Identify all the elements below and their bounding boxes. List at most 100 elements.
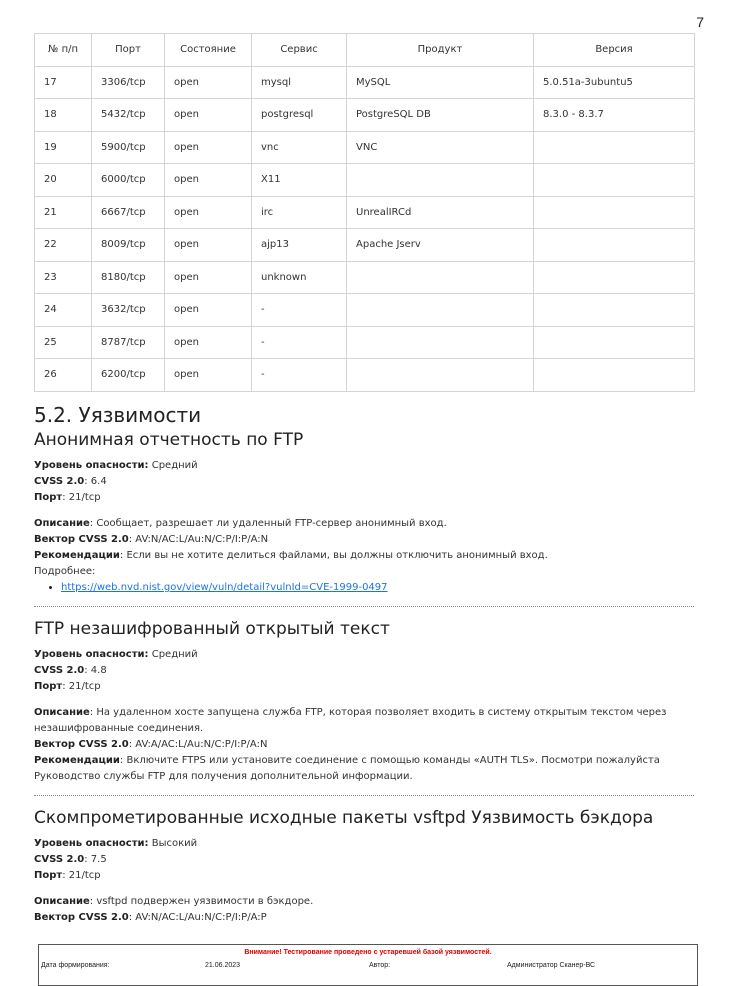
- table-cell: mysql: [251, 65, 347, 99]
- description-text: vsftpd подвержен уязвимости в бэкдоре.: [96, 896, 314, 907]
- table-row: 21 6667/tcp open irc UnrealIRCd: [34, 195, 695, 229]
- table-cell: 18: [34, 98, 92, 132]
- table-cell: 17: [34, 65, 92, 99]
- column-header: № п/п: [34, 33, 92, 67]
- port-value: 21/tcp: [68, 870, 101, 881]
- table-cell: [533, 358, 695, 392]
- severity-line: Уровень опасности: Высокий: [34, 836, 694, 852]
- table-cell: irc: [251, 195, 347, 229]
- table-cell: ajp13: [251, 228, 347, 262]
- table-cell: open: [164, 260, 252, 294]
- table-row: 25 8787/tcp open -: [34, 325, 695, 359]
- vulnerability-item: FTP незашифрованный открытый текст Урове…: [34, 617, 694, 785]
- vector-line: Вектор CVSS 2.0: AV:N/AC:L/Au:N/C:P/I:P/…: [34, 912, 267, 923]
- severity-value: Высокий: [151, 838, 198, 849]
- description-label: Описание: [34, 518, 90, 529]
- port-value: 21/tcp: [68, 492, 101, 503]
- severity-line: Уровень опасности: Средний: [34, 458, 694, 474]
- recommendations-text: Включите FTPS или установите соединение …: [34, 755, 660, 782]
- table-cell: open: [164, 325, 252, 359]
- recommendations-text: Если вы не хотите делиться файлами, вы д…: [126, 550, 548, 561]
- warning-banner: Внимание! Тестирование проведено с устар…: [244, 949, 492, 956]
- table-cell: 5.0.51a-3ubuntu5: [533, 65, 695, 99]
- table-cell: unknown: [251, 260, 347, 294]
- more-label: Подробнее:: [34, 566, 96, 577]
- table-cell: open: [164, 228, 252, 262]
- vector-value: AV:N/AC:L/Au:N/C:P/I:P/A:P: [135, 912, 267, 923]
- table-row: 26 6200/tcp open -: [34, 358, 695, 392]
- author-value: Администратор Сканер-ВС: [507, 962, 596, 969]
- table-row: 18 5432/tcp open postgresql PostgreSQL D…: [34, 98, 695, 132]
- footer-meta-row: Дата формирования: 21.06.2023 Автор: Адм…: [39, 962, 697, 974]
- ports-table: № п/п Порт Состояние Сервис Продукт Верс…: [34, 33, 695, 392]
- table-cell: PostgreSQL DB: [346, 98, 534, 132]
- recommendations-line: Рекомендации: Включите FTPS или установи…: [34, 755, 660, 782]
- divider: [34, 795, 694, 796]
- table-cell: 24: [34, 293, 92, 327]
- date-value: 21.06.2023: [205, 962, 241, 969]
- vector-label: Вектор CVSS 2.0: [34, 534, 129, 545]
- table-cell: -: [251, 293, 347, 327]
- port-label: Порт: [34, 492, 63, 503]
- vector-label: Вектор CVSS 2.0: [34, 912, 129, 923]
- table-cell: [533, 293, 695, 327]
- table-cell: [533, 195, 695, 229]
- table-cell: 6000/tcp: [91, 163, 165, 197]
- table-cell: 8787/tcp: [91, 325, 165, 359]
- table-cell: [346, 325, 534, 359]
- table-cell: open: [164, 65, 252, 99]
- severity-label: Уровень опасности:: [34, 460, 149, 471]
- recommendations-label: Рекомендации: [34, 550, 120, 561]
- author-label: Автор:: [369, 962, 391, 969]
- column-header: Версия: [533, 33, 695, 67]
- column-header: Порт: [91, 33, 165, 67]
- description-line: Описание: Сообщает, разрешает ли удаленн…: [34, 518, 447, 529]
- table-cell: open: [164, 163, 252, 197]
- table-cell: [533, 163, 695, 197]
- table-cell: [346, 293, 534, 327]
- table-cell: [533, 325, 695, 359]
- table-cell: 6667/tcp: [91, 195, 165, 229]
- description-text: Сообщает, разрешает ли удаленный FTP-сер…: [96, 518, 447, 529]
- table-row: 17 3306/tcp open mysql MySQL 5.0.51a-3ub…: [34, 65, 695, 99]
- cvss-value: 4.8: [90, 665, 107, 676]
- table-row: 22 8009/tcp open ajp13 Apache Jserv: [34, 228, 695, 262]
- cvss-label: CVSS 2.0: [34, 854, 85, 865]
- table-cell: open: [164, 358, 252, 392]
- table-cell: 20: [34, 163, 92, 197]
- cvss-line: CVSS 2.0: 4.8: [34, 665, 107, 676]
- page-footer: Внимание! Тестирование проведено с устар…: [38, 944, 698, 986]
- port-value: 21/tcp: [68, 681, 101, 692]
- table-cell: 23: [34, 260, 92, 294]
- list-item: https://web.nvd.nist.gov/view/vuln/detai…: [61, 580, 694, 596]
- description-line: Описание: На удаленном хосте запущена сл…: [34, 707, 667, 734]
- description-label: Описание: [34, 707, 90, 718]
- table-cell: 6200/tcp: [91, 358, 165, 392]
- port-line: Порт: 21/tcp: [34, 870, 101, 881]
- table-cell: 8.3.0 - 8.3.7: [533, 98, 695, 132]
- table-cell: 25: [34, 325, 92, 359]
- table-cell: 26: [34, 358, 92, 392]
- table-cell: UnrealIRCd: [346, 195, 534, 229]
- table-cell: 19: [34, 130, 92, 164]
- table-cell: 3306/tcp: [91, 65, 165, 99]
- column-header: Сервис: [251, 33, 347, 67]
- description-line: Описание: vsftpd подвержен уязвимости в …: [34, 896, 314, 907]
- vulnerability-title: Анонимная отчетность по FTP: [34, 430, 304, 450]
- table-cell: [346, 260, 534, 294]
- table-cell: 5432/tcp: [91, 98, 165, 132]
- cvss-value: 6.4: [90, 476, 107, 487]
- severity-label: Уровень опасности:: [34, 838, 149, 849]
- table-cell: [533, 228, 695, 262]
- severity-line: Уровень опасности: Средний: [34, 647, 694, 663]
- page-number: 7: [696, 14, 704, 30]
- vector-value: AV:A/AC:L/Au:N/C:P/I:P/A:N: [135, 739, 268, 750]
- cvss-line: CVSS 2.0: 6.4: [34, 476, 107, 487]
- table-cell: open: [164, 195, 252, 229]
- cve-link[interactable]: https://web.nvd.nist.gov/view/vuln/detai…: [61, 582, 388, 593]
- port-line: Порт: 21/tcp: [34, 681, 101, 692]
- cvss-value: 7.5: [90, 854, 107, 865]
- date-label: Дата формирования:: [41, 962, 110, 969]
- vulnerabilities-section: 5.2. Уязвимости Анонимная отчетность по …: [34, 402, 694, 926]
- description-text: На удаленном хосте запущена служба FTP, …: [34, 707, 667, 734]
